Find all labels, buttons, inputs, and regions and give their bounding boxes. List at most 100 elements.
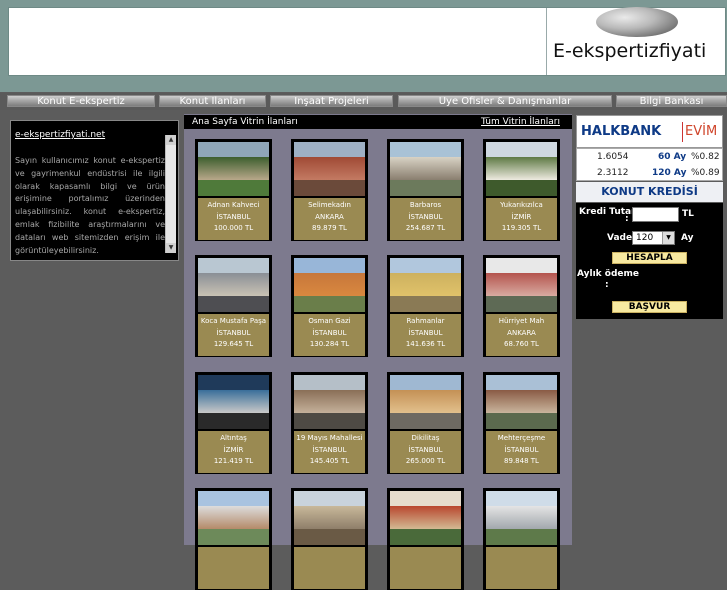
listing-name[interactable]: Altıntaş — [198, 431, 269, 445]
info-panel-text: Sayın kullanıcımız konut e-ekspertiz ve … — [15, 156, 165, 255]
listing-card[interactable]: Hürriyet Mah ANKARA 68.760 TL — [483, 255, 560, 357]
listing-info: Hürriyet Mah ANKARA 68.760 TL — [486, 314, 557, 356]
info-panel: e-ekspertizfiyati.net Sayın kullanıcımız… — [10, 120, 179, 261]
apply-button[interactable]: BAŞVUR — [612, 301, 687, 313]
listing-name[interactable]: Rahmanlar — [390, 314, 461, 328]
listing-info: Selimekadın ANKARA 89.879 TL — [294, 198, 365, 240]
nav-konut-ilanlari[interactable]: Konut İlanları — [159, 95, 266, 107]
nav-konut-e-ekspertiz[interactable]: Konut E-ekspertiz — [7, 95, 155, 107]
listing-name[interactable] — [390, 547, 461, 549]
listing-price: 100.000 TL — [213, 224, 254, 232]
listing-card[interactable]: Mehterçeşme İSTANBUL 89.848 TL — [483, 372, 560, 474]
listing-city: İZMİR — [511, 212, 532, 221]
listing-name[interactable]: Barbaros — [390, 198, 461, 212]
listing-name[interactable]: Yukarıkızılca — [486, 198, 557, 212]
listing-price: 145.405 TL — [309, 457, 350, 465]
listing-name[interactable]: Selimekadın — [294, 198, 365, 212]
listing-card[interactable] — [387, 488, 464, 590]
monthly-payment-colon: : — [605, 280, 609, 290]
listing-photo[interactable] — [198, 258, 269, 312]
halkbank-logo[interactable]: HALKBANK EVİM — [576, 115, 723, 148]
listing-city: İSTANBUL — [408, 212, 443, 221]
listing-card[interactable]: Yukarıkızılca İZMİR 119.305 TL — [483, 139, 560, 241]
rate-row: 1.6054 60 Ay %0.82 — [577, 150, 724, 165]
listing-card[interactable] — [291, 488, 368, 590]
listing-info: Altıntaş İZMİR 121.419 TL — [198, 431, 269, 473]
calculate-button[interactable]: HESAPLA — [612, 252, 687, 264]
listing-info: Osman Gazi İSTANBUL 130.284 TL — [294, 314, 365, 356]
listing-card[interactable]: Adnan Kahveci İSTANBUL 100.000 TL — [195, 139, 272, 241]
listing-info: 19 Mayıs Mahallesi İSTANBUL 145.405 TL — [294, 431, 365, 473]
logo-stone-icon[interactable] — [596, 7, 678, 37]
rate-percent: %0.89 — [691, 168, 720, 178]
listing-photo[interactable] — [390, 258, 461, 312]
listing-photo[interactable] — [294, 375, 365, 429]
scroll-up-icon[interactable]: ▲ — [166, 135, 176, 145]
listing-city: İSTANBUL — [408, 445, 443, 454]
listing-card[interactable]: 19 Mayıs Mahallesi İSTANBUL 145.405 TL — [291, 372, 368, 474]
listing-card[interactable]: Rahmanlar İSTANBUL 141.636 TL — [387, 255, 464, 357]
listing-photo[interactable] — [390, 142, 461, 196]
rate-value: 2.3112 — [597, 168, 629, 178]
bank-product: EVİM — [685, 124, 718, 139]
listing-card[interactable]: Koca Mustafa Paşa İSTANBUL 129.645 TL — [195, 255, 272, 357]
listing-card[interactable] — [195, 488, 272, 590]
listing-name[interactable]: Mehterçeşme — [486, 431, 557, 445]
listing-name[interactable]: Osman Gazi — [294, 314, 365, 328]
listing-photo[interactable] — [198, 375, 269, 429]
listing-name[interactable]: Hürriyet Mah — [486, 314, 557, 328]
loan-calculator: Kredi Tutarı : TL Vade 120 ▼ Ay HESAPLA … — [576, 203, 723, 319]
all-listings-link[interactable]: Tüm Vitrin İlanları — [481, 115, 560, 129]
amount-input[interactable] — [632, 207, 679, 222]
listing-photo[interactable] — [486, 258, 557, 312]
loan-calc-title[interactable]: KONUT KREDİSİ HESAPLA — [576, 182, 723, 218]
info-panel-scrollbar[interactable]: ▲ ▼ — [165, 135, 176, 253]
listing-price: 119.305 TL — [501, 224, 542, 232]
listing-card[interactable]: Dikilitaş İSTANBUL 265.000 TL — [387, 372, 464, 474]
listing-name[interactable]: Dikilitaş — [390, 431, 461, 445]
listing-photo[interactable] — [294, 142, 365, 196]
listing-photo[interactable] — [486, 491, 557, 545]
listings-header: Ana Sayfa Vitrin İlanları Tüm Vitrin İla… — [184, 115, 572, 129]
scroll-down-icon[interactable]: ▼ — [166, 243, 176, 253]
nav-insaat-projeleri[interactable]: İnşaat Projeleri — [270, 95, 393, 107]
amount-currency: TL — [682, 209, 694, 219]
rate-percent: %0.82 — [691, 152, 720, 162]
term-select[interactable]: 120 ▼ — [632, 231, 675, 245]
listing-name[interactable]: Koca Mustafa Paşa — [198, 314, 269, 328]
listing-info: Barbaros İSTANBUL 254.687 TL — [390, 198, 461, 240]
listing-price: 254.687 TL — [405, 224, 446, 232]
listing-info: Yukarıkızılca İZMİR 119.305 TL — [486, 198, 557, 240]
listing-name[interactable] — [486, 547, 557, 549]
bank-name: HALKBANK — [581, 124, 662, 139]
listing-name[interactable]: 19 Mayıs Mahallesi — [294, 431, 365, 445]
site-logo-text[interactable]: E-ekspertizfiyati — [553, 40, 706, 62]
listing-photo[interactable] — [486, 142, 557, 196]
listing-card[interactable]: Selimekadın ANKARA 89.879 TL — [291, 139, 368, 241]
nav-bilgi-bankasi[interactable]: Bilgi Bankası — [616, 95, 727, 107]
listing-photo[interactable] — [294, 491, 365, 545]
info-panel-title[interactable]: e-ekspertizfiyati.net — [15, 130, 105, 140]
listing-photo[interactable] — [390, 375, 461, 429]
listing-info: Dikilitaş İSTANBUL 265.000 TL — [390, 431, 461, 473]
listing-photo[interactable] — [390, 491, 461, 545]
listing-card[interactable]: Osman Gazi İSTANBUL 130.284 TL — [291, 255, 368, 357]
listing-name[interactable] — [294, 547, 365, 549]
listing-photo[interactable] — [294, 258, 365, 312]
chevron-down-icon[interactable]: ▼ — [662, 232, 674, 244]
listing-card[interactable]: Altıntaş İZMİR 121.419 TL — [195, 372, 272, 474]
listing-info — [198, 547, 269, 589]
listing-photo[interactable] — [198, 491, 269, 545]
listing-info — [486, 547, 557, 589]
listing-card[interactable] — [483, 488, 560, 590]
listing-photo[interactable] — [486, 375, 557, 429]
listing-info: Koca Mustafa Paşa İSTANBUL 129.645 TL — [198, 314, 269, 356]
listing-photo[interactable] — [198, 142, 269, 196]
rate-term: 120 Ay — [652, 168, 687, 178]
listing-name[interactable] — [198, 547, 269, 549]
listing-card[interactable]: Barbaros İSTANBUL 254.687 TL — [387, 139, 464, 241]
listing-city: İZMİR — [223, 445, 244, 454]
listing-price: 129.645 TL — [213, 340, 254, 348]
nav-uye-ofisler[interactable]: Üye Ofisler & Danışmanlar — [398, 95, 612, 107]
listing-name[interactable]: Adnan Kahveci — [198, 198, 269, 212]
